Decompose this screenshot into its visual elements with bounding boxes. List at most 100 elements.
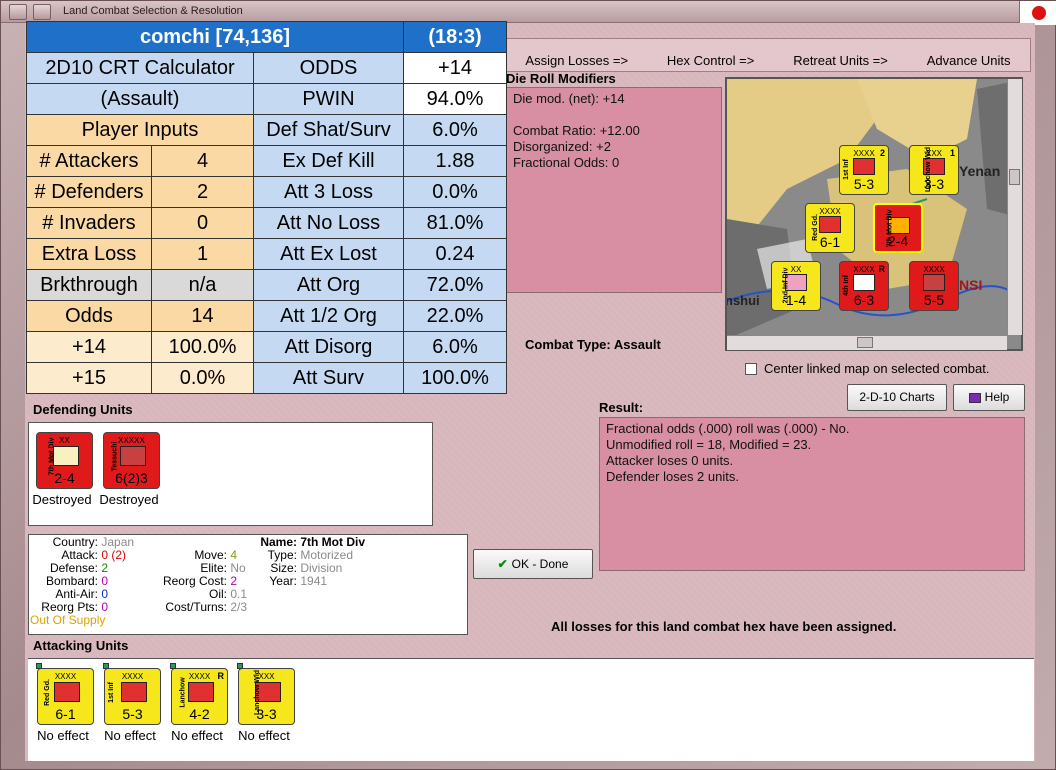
counter-value: 3-3 [256, 706, 277, 722]
crt-player-inputs: Player Inputs [26, 114, 254, 146]
attacking-unit-counter[interactable]: XXXX Lanchow 4-2 R [170, 663, 228, 725]
map-counter[interactable]: XX 2nd Inf Div 1-4 [771, 261, 821, 311]
phase-bar: Assign Losses => Hex Control => Retreat … [505, 38, 1031, 72]
crt-subtitle: (Assault) [26, 83, 254, 115]
crt-result-value: 0.0% [403, 176, 507, 208]
attacking-unit-counter[interactable]: XXX Lanchow Wld 3-3 [237, 663, 295, 725]
title-bar[interactable]: Land Combat Selection & Resolution [1, 1, 1056, 23]
infantry-symbol-icon [120, 446, 146, 466]
minimize-button[interactable] [33, 4, 51, 20]
info-value: 4 [230, 548, 238, 562]
info-value: 2 [230, 574, 238, 588]
hex-map[interactable]: Yenan NSI nshui XXXX 1st Inf 5-3 2 XXX L… [725, 77, 1023, 351]
map-vertical-scrollbar[interactable] [1007, 79, 1022, 335]
attacking-unit-status: No effect [171, 728, 223, 743]
defending-title: Defending Units [33, 402, 133, 417]
crt-result-label: Def Shat/Surv [253, 114, 404, 146]
counter-value: 2-4 [887, 233, 909, 249]
map-horizontal-scrollbar[interactable] [727, 335, 1007, 350]
supply-status: Out Of Supply [30, 613, 106, 627]
map-counter[interactable]: XXXX Red Gd. 6-1 [805, 203, 855, 253]
counter-size: XXX [258, 672, 275, 681]
map-counter[interactable]: XXX Lanchow Wld 3-3 1 [909, 145, 959, 195]
result-line: Fractional odds (.000) roll was (.000) -… [606, 421, 850, 436]
help-button[interactable]: Help [953, 384, 1025, 411]
map-place-nsi: NSI [959, 277, 983, 293]
counter-value: 6-1 [819, 234, 841, 250]
map-counter[interactable]: XXXX 1st Inf 5-3 2 [839, 145, 889, 195]
crt-input-value: n/a [151, 269, 254, 301]
phase-advance-units[interactable]: Advance Units [927, 53, 1011, 68]
crt-result-label: Att Disorg [253, 331, 404, 363]
crt-result-label: Att Ex Lost [253, 238, 404, 270]
modifier-line: Disorganized: +2 [513, 139, 611, 154]
modifier-line [513, 107, 715, 123]
combat-type-label: Combat Type: [525, 337, 611, 352]
info-value: Division [300, 561, 343, 575]
counter-size: XX [59, 436, 70, 445]
result-line: Unmodified roll = 18, Modified = 23. [606, 437, 812, 452]
crt-header-hex: comchi [74,136] [26, 21, 404, 53]
defending-unit-status: Destroyed [32, 492, 92, 507]
counter-label: 1st Inf [107, 682, 115, 703]
counter-value: 3-3 [923, 176, 945, 192]
unit-info-col3: Name: 7th Mot Div Type: Motorized Size: … [249, 536, 439, 588]
crt-result-label: Att No Loss [253, 207, 404, 239]
crt-input-value[interactable]: 2 [151, 176, 254, 208]
crt-input-value[interactable]: 0 [151, 207, 254, 239]
phase-assign-losses[interactable]: Assign Losses => [525, 53, 628, 68]
info-value: 0 [101, 587, 109, 601]
defending-unit-status: Destroyed [99, 492, 159, 507]
crt-input-label: # Defenders [26, 176, 152, 208]
counter-value: 6(2)3 [115, 470, 148, 486]
charts-button[interactable]: 2-D-10 Charts [847, 384, 947, 411]
info-value: 0 [101, 600, 109, 614]
help-label: Help [984, 390, 1010, 404]
phase-hex-control[interactable]: Hex Control => [667, 53, 754, 68]
counter-label: Tessuchi [111, 441, 119, 472]
scroll-thumb[interactable] [1009, 169, 1020, 185]
crt-result-value: 81.0% [403, 207, 507, 239]
info-key: Year: [269, 574, 297, 588]
info-value: 0 [101, 574, 109, 588]
info-value: 7th Mot Div [300, 535, 366, 549]
modifier-line: Fractional Odds: 0 [513, 155, 620, 170]
counter-tag: R [217, 671, 225, 681]
map-counter-selected[interactable]: 7th Mot Div 2-4 [873, 203, 923, 253]
phase-retreat-units[interactable]: Retreat Units => [793, 53, 888, 68]
defending-unit-counter[interactable]: XX 7th Mot Div 2-4 [36, 432, 93, 489]
counter-tag: 1 [949, 148, 955, 158]
scroll-thumb[interactable] [857, 337, 873, 348]
attacking-unit-counter[interactable]: XXXX Red Gd. 6-1 [36, 663, 94, 725]
defending-unit-counter[interactable]: XXXXX Tessuchi 6(2)3 [103, 432, 160, 489]
window-title: Land Combat Selection & Resolution [63, 5, 243, 17]
result-line: Defender loses 2 units. [606, 469, 739, 484]
crt-input-value[interactable]: 4 [151, 145, 254, 177]
book-icon [968, 392, 981, 403]
map-counter[interactable]: XXXX 5-5 [909, 261, 959, 311]
ok-label: OK - Done [511, 557, 569, 571]
counter-size: XXXX [923, 265, 945, 274]
map-place-nshui: nshui [725, 293, 760, 308]
center-map-checkbox[interactable] [745, 363, 757, 375]
counter-tag: 2 [879, 148, 885, 158]
crt-input-label: Extra Loss [26, 238, 152, 270]
attacking-unit-counter[interactable]: XXXX 1st Inf 5-3 [103, 663, 161, 725]
info-value: 2 [101, 561, 109, 575]
system-menu-button[interactable] [9, 4, 27, 20]
sticker-icon [170, 663, 176, 669]
modifiers-box: Die mod. (net): +14 Combat Ratio: +12.00… [506, 87, 722, 293]
info-value: 1941 [300, 574, 328, 588]
map-place-yenan: Yenan [959, 163, 1001, 179]
crt-odds-label: +14 [26, 331, 152, 363]
crt-result-label: Att Surv [253, 362, 404, 394]
attacking-title: Attacking Units [33, 638, 129, 653]
counter-size: XX [790, 265, 802, 274]
map-counter[interactable]: XXXX 4th Inf 6-3 R [839, 261, 889, 311]
crt-input-value[interactable]: 1 [151, 238, 254, 270]
ok-done-button[interactable]: ✔ OK - Done [473, 549, 593, 579]
crt-result-value: 22.0% [403, 300, 507, 332]
crt-input-label: Odds [26, 300, 152, 332]
crt-header-ratio: (18:3) [403, 21, 507, 53]
crt-input-label: Brkthrough [26, 269, 152, 301]
